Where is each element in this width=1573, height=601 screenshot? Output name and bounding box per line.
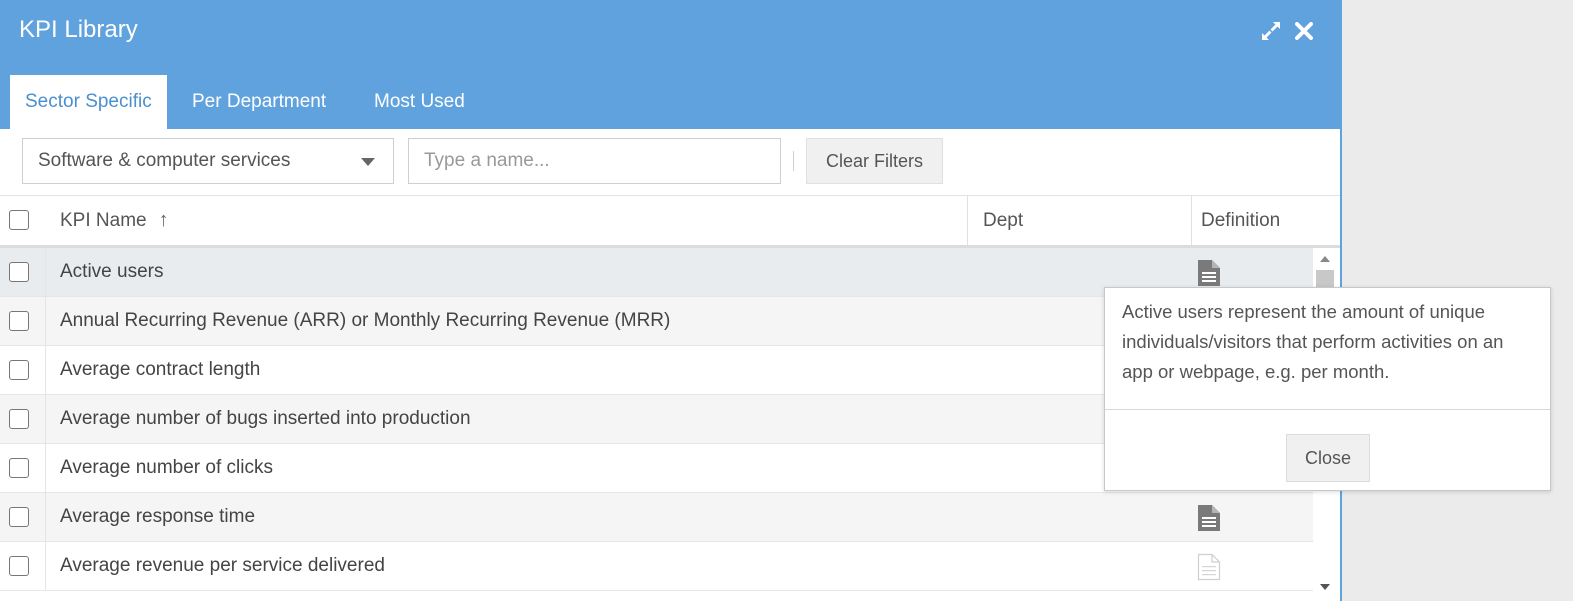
kpi-name: Annual Recurring Revenue (ARR) or Monthl…	[60, 310, 671, 331]
definition-document-icon[interactable]	[1197, 504, 1221, 532]
modal-title: KPI Library	[19, 16, 138, 43]
kpi-name: Average response time	[60, 506, 256, 527]
row-checkbox-cell	[0, 493, 46, 541]
row-checkbox[interactable]	[9, 262, 29, 282]
select-all-checkbox[interactable]	[9, 210, 29, 230]
row-checkbox[interactable]	[9, 311, 29, 331]
tab-sector-specific[interactable]: Sector Specific	[10, 75, 167, 129]
definition-document-icon[interactable]	[1197, 259, 1221, 287]
chevron-down-icon	[361, 158, 375, 166]
column-divider	[1191, 196, 1192, 245]
definition-text: Active users represent the amount of uni…	[1122, 301, 1504, 382]
name-search-input[interactable]	[408, 138, 781, 184]
table-header: KPI Name ↑ Dept Definition	[0, 196, 1340, 248]
row-checkbox-cell	[0, 297, 46, 345]
row-checkbox[interactable]	[9, 458, 29, 478]
scroll-up-arrow-icon[interactable]	[1320, 256, 1330, 262]
sector-select-value: Software & computer services	[38, 150, 291, 171]
kpi-name: Average number of bugs inserted into pro…	[60, 408, 471, 429]
tab-per-department[interactable]: Per Department	[192, 75, 326, 129]
row-checkbox-cell	[0, 444, 46, 492]
row-checkbox[interactable]	[9, 507, 29, 527]
modal-header: KPI Library Sector Specific Per Departme…	[0, 0, 1340, 129]
scroll-down-arrow-icon[interactable]	[1320, 584, 1330, 590]
definition-popover: Active users represent the amount of uni…	[1104, 287, 1551, 491]
column-header-kpi-name-label: KPI Name	[60, 210, 147, 231]
row-checkbox-cell	[0, 248, 46, 296]
popover-close-button[interactable]: Close	[1286, 434, 1370, 482]
column-header-kpi-name[interactable]: KPI Name ↑	[60, 196, 169, 245]
popover-divider	[1105, 409, 1550, 410]
tab-most-used[interactable]: Most Used	[374, 75, 465, 129]
filter-bar: Software & computer services Clear Filte…	[0, 129, 1340, 196]
table-row[interactable]: Average revenue per service delivered	[0, 542, 1313, 591]
row-checkbox[interactable]	[9, 409, 29, 429]
row-checkbox[interactable]	[9, 360, 29, 380]
column-header-definition[interactable]: Definition	[1201, 196, 1280, 245]
row-checkbox-cell	[0, 395, 46, 443]
kpi-name: Average number of clicks	[60, 457, 273, 478]
expand-icon[interactable]	[1258, 18, 1284, 44]
sector-select[interactable]: Software & computer services	[22, 138, 394, 184]
filter-divider	[793, 151, 794, 171]
row-checkbox[interactable]	[9, 556, 29, 576]
table-row[interactable]: Average response time	[0, 493, 1313, 542]
column-header-dept[interactable]: Dept	[983, 196, 1023, 245]
row-checkbox-cell	[0, 346, 46, 394]
empty-definition-document-icon[interactable]	[1197, 553, 1221, 581]
kpi-name: Average contract length	[60, 359, 261, 380]
clear-filters-button[interactable]: Clear Filters	[806, 138, 943, 184]
kpi-name: Active users	[60, 261, 164, 282]
kpi-name: Average revenue per service delivered	[60, 555, 385, 576]
column-divider	[967, 196, 968, 245]
sort-ascending-icon: ↑	[158, 209, 169, 231]
row-checkbox-cell	[0, 542, 46, 590]
close-icon[interactable]	[1291, 18, 1317, 44]
